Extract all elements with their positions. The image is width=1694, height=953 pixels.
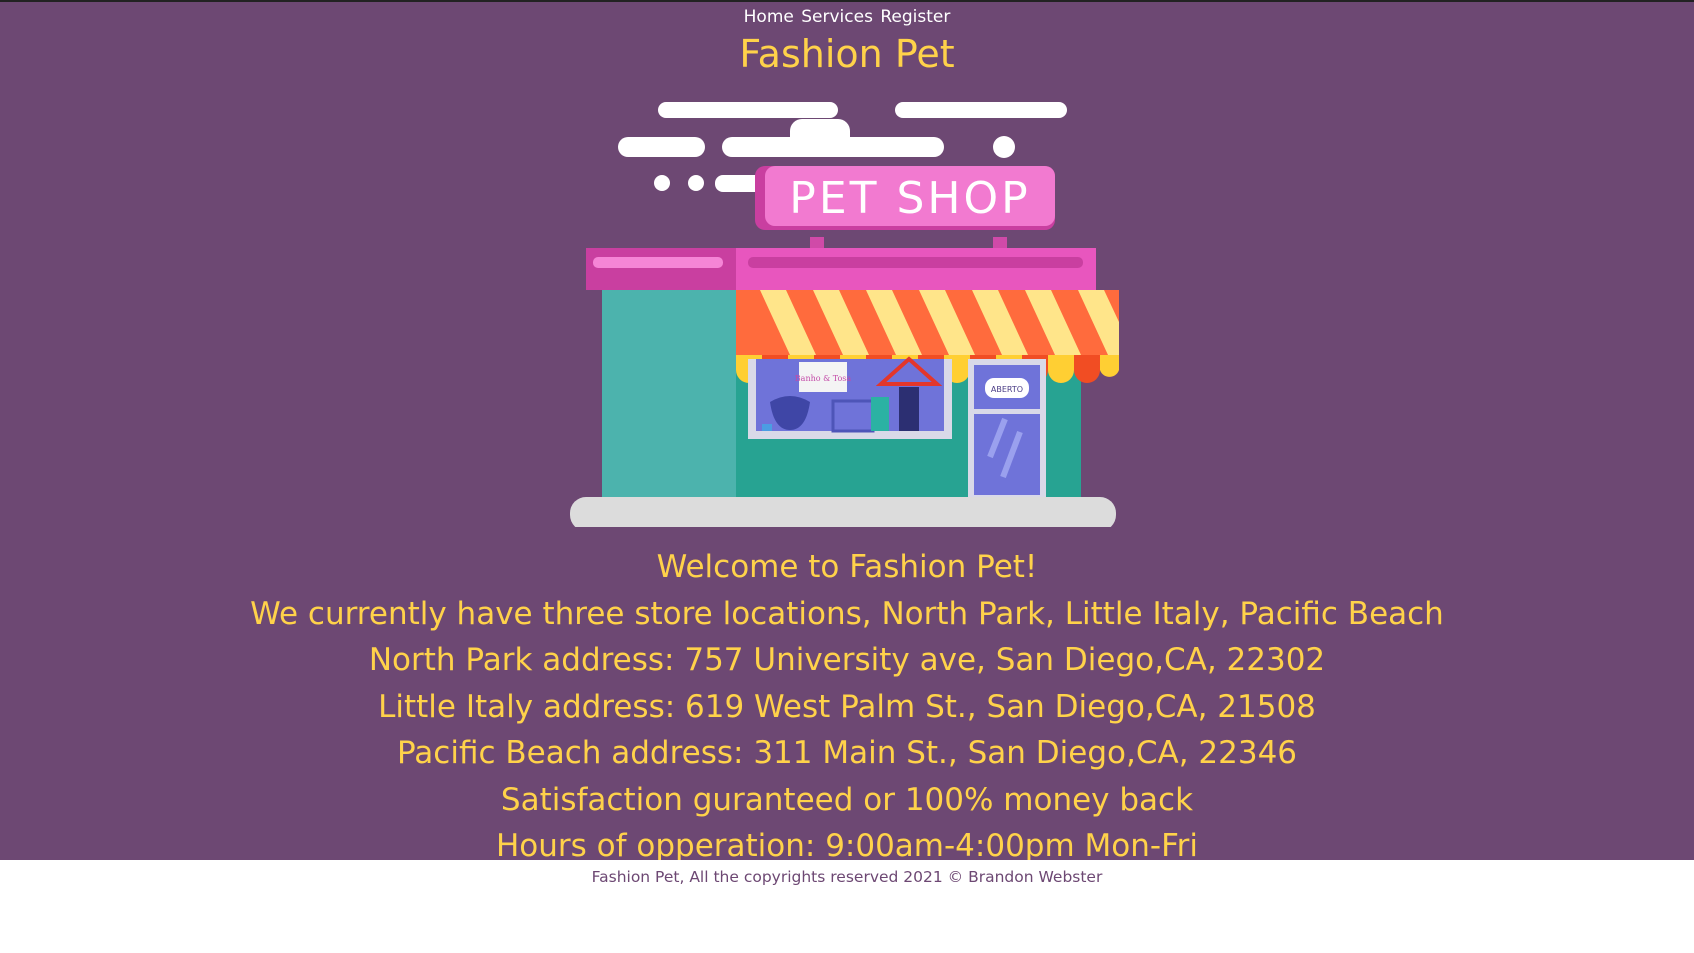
page: Home Services Register Fashion Pet PET S… [0,0,1694,953]
door-sign-text: ABERTO [991,385,1023,394]
shop-window: Banho & Tosa [748,356,952,439]
nav-services-link[interactable]: Services [801,7,873,27]
window-sign-text: Banho & Tosa [795,374,852,383]
main-section: Home Services Register Fashion Pet PET S… [0,2,1694,864]
pet-shop-illustration: PET SHOP Banho & Tosa ABERTO [570,102,1119,527]
store-info: Welcome to Fashion Pet! We currently hav… [0,544,1694,870]
footer: Fashion Pet, All the copyrights reserved… [0,860,1694,953]
little-italy-address: Little Italy address: 619 West Palm St.,… [378,688,1316,725]
shop-door: ABERTO [968,359,1046,501]
north-park-address: North Park address: 757 University ave, … [368,642,1326,678]
top-nav: Home Services Register [0,7,1694,27]
pet-shop-sign-text: PET SHOP [789,173,1030,224]
nav-home-link[interactable]: Home [744,7,794,27]
welcome-text: Welcome to Fashion Pet! [656,549,1038,585]
pacific-beach-address: Pacific Beach address: 311 Main St., San… [396,735,1298,771]
shop-base [570,497,1116,527]
page-title: Fashion Pet [739,32,955,76]
pet-shop-sign: PET SHOP [755,166,1055,230]
footer-copyright: Fashion Pet, All the copyrights reserved… [591,868,1103,886]
nav-register-link[interactable]: Register [880,7,950,27]
satisfaction-text: Satisfaction guranteed or 100% money bac… [500,781,1194,818]
locations-text: We currently have three store locations,… [250,595,1444,632]
